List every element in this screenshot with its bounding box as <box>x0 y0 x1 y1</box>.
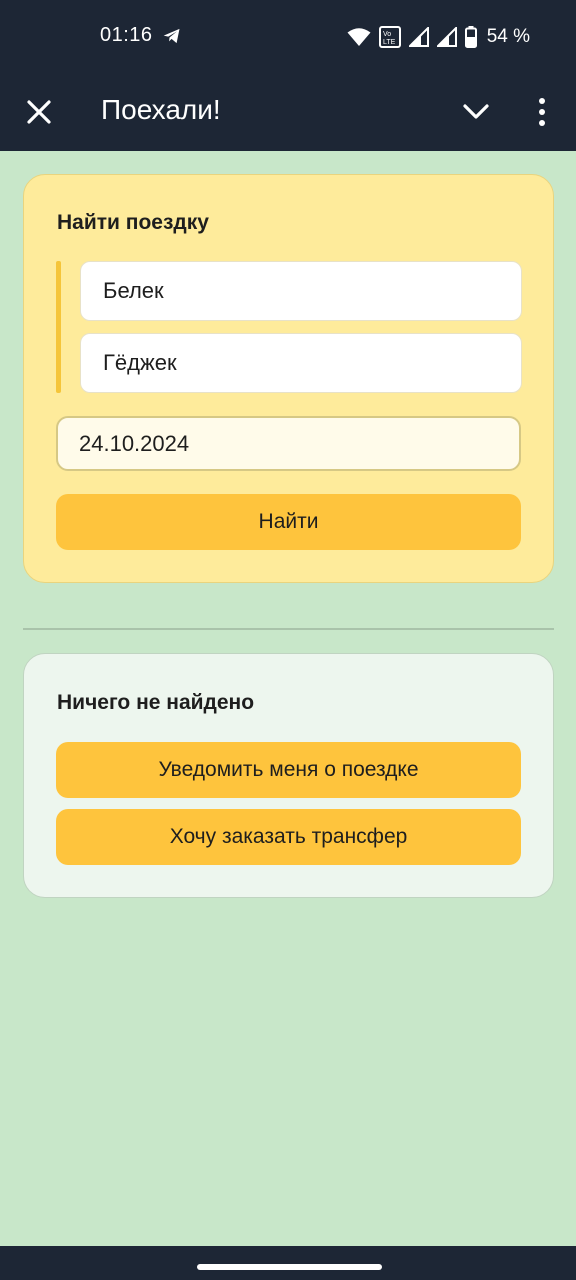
from-field[interactable]: Белек <box>80 261 522 321</box>
result-card: Ничего не найдено Уведомить меня о поезд… <box>23 653 554 898</box>
notify-button[interactable]: Уведомить меня о поездке <box>56 742 521 798</box>
svg-text:LTE: LTE <box>383 39 396 46</box>
page-title: Поехали! <box>101 94 221 125</box>
signal-icon <box>408 27 429 47</box>
more-vert-icon[interactable] <box>528 96 556 128</box>
result-heading: Ничего не найдено <box>57 691 255 714</box>
date-field[interactable]: 24.10.2024 <box>56 416 521 471</box>
close-icon[interactable] <box>24 97 54 127</box>
search-card: Найти поездку Белек Гёджек 24.10.2024 На… <box>23 174 554 583</box>
wifi-icon <box>347 28 371 46</box>
volte-icon: Vo LTE <box>378 26 401 48</box>
home-handle[interactable] <box>197 1264 382 1270</box>
navigation-bar <box>0 1246 576 1280</box>
route-accent-bar <box>56 261 61 393</box>
status-time: 01:16 <box>100 24 153 46</box>
battery-percent: 54 % <box>486 26 530 47</box>
status-icons: Vo LTE 54 % <box>347 24 530 50</box>
find-button[interactable]: Найти <box>56 494 521 550</box>
transfer-button[interactable]: Хочу заказать трансфер <box>56 809 521 865</box>
app-toolbar: Поехали! <box>0 72 576 151</box>
telegram-icon <box>163 28 180 44</box>
signal-icon <box>436 27 457 47</box>
divider <box>23 628 554 630</box>
chevron-down-icon[interactable] <box>460 97 492 127</box>
svg-text:Vo: Vo <box>383 31 391 38</box>
battery-icon <box>464 26 477 48</box>
search-heading: Найти поездку <box>57 211 209 234</box>
to-field[interactable]: Гёджек <box>80 333 522 393</box>
status-bar: 01:16 Vo LTE 54 % <box>0 0 576 72</box>
